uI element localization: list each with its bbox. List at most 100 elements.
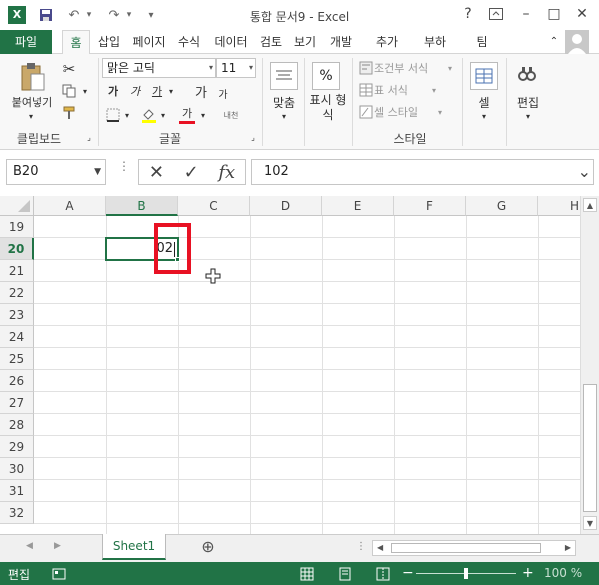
column-header-d[interactable]: D (250, 196, 322, 216)
format-painter-icon[interactable] (60, 104, 78, 122)
bold-button[interactable]: 가 (104, 82, 122, 100)
cell-styles-button[interactable]: 셀 스타일 (374, 104, 436, 120)
editing-dropdown-icon[interactable]: ▾ (522, 110, 534, 122)
name-box[interactable]: B20 ▼ (6, 159, 106, 185)
column-header-g[interactable]: G (466, 196, 538, 216)
font-color-button[interactable]: 가 (178, 104, 196, 124)
underline-button[interactable]: 가 (148, 82, 166, 100)
editing-icon[interactable] (514, 62, 542, 90)
grow-font-button[interactable]: 가 (192, 82, 210, 101)
tab-home[interactable]: 홈 (62, 30, 90, 55)
font-size-combo[interactable]: 11 ▾ (216, 58, 256, 78)
minimize-button[interactable]: – (514, 4, 538, 24)
maximize-button[interactable]: □ (542, 4, 566, 24)
tab-formulas[interactable]: 수식 (174, 30, 204, 54)
scroll-down-button[interactable]: ▼ (583, 516, 597, 530)
column-header-h[interactable]: H (538, 196, 580, 216)
column-header-f[interactable]: F (394, 196, 466, 216)
cell-styles-icon[interactable] (358, 104, 374, 120)
row-header-19[interactable]: 19 (0, 216, 34, 238)
select-all-corner[interactable] (0, 196, 34, 216)
tab-split-icon[interactable]: ⋮ (356, 541, 366, 552)
row-header-24[interactable]: 24 (0, 326, 34, 348)
tab-review[interactable]: 검토 (256, 30, 286, 54)
tab-page-layout[interactable]: 페이지 (128, 30, 170, 54)
row-header-30[interactable]: 30 (0, 458, 34, 480)
help-button[interactable]: ? (456, 4, 480, 24)
table-format-icon[interactable] (358, 82, 374, 98)
formula-bar-grip-icon[interactable]: ⋮ (118, 160, 130, 180)
tab-load[interactable]: 부하 (420, 30, 450, 54)
column-header-e[interactable]: E (322, 196, 394, 216)
horizontal-scroll-thumb[interactable] (391, 543, 541, 553)
zoom-out-button[interactable]: − (402, 565, 414, 581)
tab-insert[interactable]: 삽입 (94, 30, 124, 54)
row-header-27[interactable]: 27 (0, 392, 34, 414)
underline-dropdown-icon[interactable]: ▾ (166, 84, 176, 98)
column-header-b[interactable]: B (106, 196, 178, 216)
tab-data[interactable]: 데이터 (210, 30, 252, 54)
cut-icon[interactable]: ✂ (60, 60, 78, 78)
zoom-in-button[interactable]: + (522, 565, 534, 581)
alignment-button[interactable]: 맞춤 (264, 94, 304, 110)
column-header-a[interactable]: A (34, 196, 106, 216)
enter-button[interactable]: ✓ (184, 162, 199, 183)
close-button[interactable]: ✕ (570, 4, 594, 24)
row-header-25[interactable]: 25 (0, 348, 34, 370)
cell-styles-dropdown-icon[interactable]: ▾ (436, 104, 444, 120)
copy-dropdown-icon[interactable]: ▾ (80, 84, 90, 98)
conditional-format-button[interactable]: 조건부 서식 (374, 60, 446, 76)
copy-icon[interactable] (60, 82, 78, 100)
font-size-dropdown-icon[interactable]: ▾ (249, 59, 253, 77)
scroll-right-button[interactable]: ▶ (565, 543, 571, 552)
font-name-combo[interactable]: 맑은 고딕 ▾ (102, 58, 216, 78)
zoom-slider[interactable] (416, 568, 516, 579)
tab-developer[interactable]: 개발 (326, 30, 356, 54)
font-launcher-icon[interactable]: ⌟ (248, 132, 258, 142)
formula-input[interactable]: 102 ⌄ (251, 159, 594, 185)
font-color-dropdown-icon[interactable]: ▾ (198, 108, 208, 122)
row-header-21[interactable]: 21 (0, 260, 34, 282)
macro-record-icon[interactable] (52, 567, 66, 581)
cancel-entry-button[interactable]: ✕ (149, 162, 164, 183)
scroll-left-button[interactable]: ◀ (377, 543, 383, 552)
paste-button[interactable]: 붙여넣기 (6, 94, 58, 110)
italic-button[interactable]: 가 (126, 82, 144, 100)
scroll-up-button[interactable]: ▲ (583, 198, 597, 212)
expand-formula-bar-icon[interactable]: ⌄ (578, 160, 591, 184)
row-header-29[interactable]: 29 (0, 436, 34, 458)
conditional-format-icon[interactable] (358, 60, 374, 76)
ribbon-display-options-icon[interactable] (484, 4, 508, 24)
sheet-prev-icon[interactable]: ◀ (26, 541, 33, 551)
editing-button[interactable]: 편집 (512, 94, 544, 110)
row-header-31[interactable]: 31 (0, 480, 34, 502)
tab-file[interactable]: 파일 (0, 30, 52, 54)
name-box-dropdown-icon[interactable]: ▼ (94, 160, 101, 184)
page-layout-view-icon[interactable] (338, 567, 352, 581)
column-header-c[interactable]: C (178, 196, 250, 216)
worksheet-grid[interactable]: A B C D E F G H 19 20 21 22 23 24 25 26 … (0, 196, 580, 534)
cells-icon[interactable] (470, 62, 498, 90)
number-format-button[interactable]: 표시 형식 (306, 92, 350, 124)
table-format-dropdown-icon[interactable]: ▾ (430, 82, 438, 98)
vertical-scroll-thumb[interactable] (583, 384, 597, 512)
clipboard-launcher-icon[interactable]: ⌟ (84, 132, 94, 142)
shrink-font-button[interactable]: 가 (214, 84, 232, 102)
cells-dropdown-icon[interactable]: ▾ (478, 110, 490, 122)
cells-button[interactable]: 셀 (470, 94, 498, 110)
fill-color-icon[interactable] (140, 106, 158, 124)
normal-view-icon[interactable] (300, 567, 314, 581)
tab-addins[interactable]: 추가 (372, 30, 402, 54)
row-header-28[interactable]: 28 (0, 414, 34, 436)
row-header-23[interactable]: 23 (0, 304, 34, 326)
collapse-ribbon-button[interactable]: ⌃ (546, 30, 562, 54)
page-break-view-icon[interactable] (376, 567, 390, 581)
row-header-20[interactable]: 20 (0, 238, 34, 260)
borders-icon[interactable] (104, 106, 122, 124)
paste-dropdown-icon[interactable]: ▾ (24, 110, 38, 122)
tab-team[interactable]: 팀 (470, 30, 494, 54)
borders-dropdown-icon[interactable]: ▾ (122, 108, 132, 122)
fill-color-dropdown-icon[interactable]: ▾ (158, 108, 168, 122)
zoom-level[interactable]: 100 % (544, 566, 582, 580)
table-format-button[interactable]: 표 서식 (374, 82, 430, 98)
